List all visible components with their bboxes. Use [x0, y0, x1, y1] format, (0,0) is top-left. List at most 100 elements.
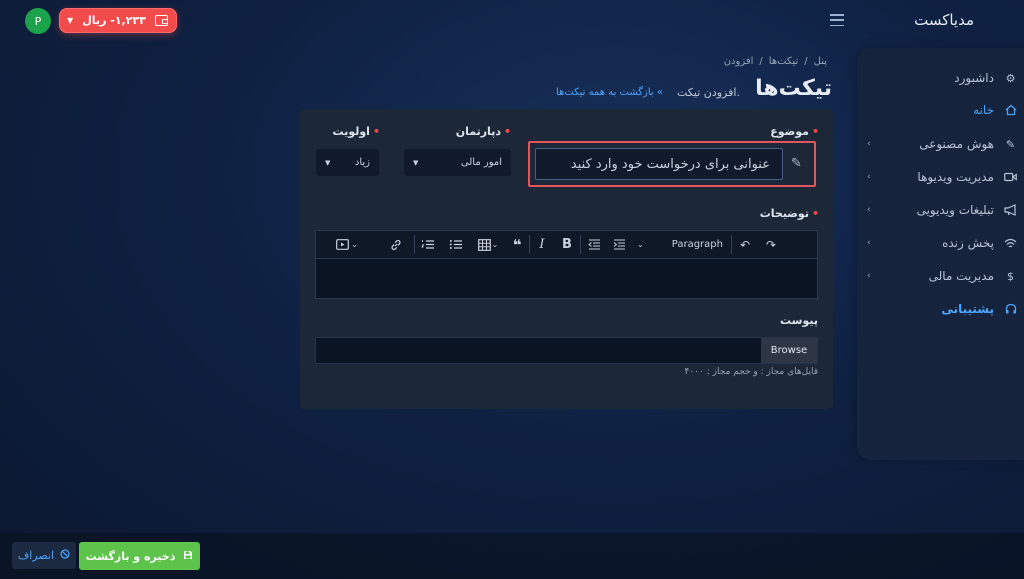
- sidebar-item-support[interactable]: پشتیبانی: [857, 299, 1017, 319]
- media-embed-button[interactable]: ⌄: [316, 230, 378, 259]
- sidebar-item-label: مدیریت ویدیوها: [917, 170, 994, 184]
- sidebar-item-dashboard[interactable]: داشبورد ⚙: [857, 68, 1017, 88]
- breadcrumb: پنل / تیکت‌ها / افزودن: [724, 56, 827, 67]
- sidebar-item-label: داشبورد: [954, 71, 994, 85]
- wallet-amount: ۱,۲۳۳-: [110, 14, 146, 27]
- save-icon: [183, 550, 193, 563]
- department-select[interactable]: ▼ امور مالی: [404, 149, 511, 176]
- browse-button[interactable]: Browse: [761, 338, 817, 363]
- description-label-text: توضیحات: [759, 207, 809, 220]
- headset-icon: [1004, 303, 1017, 316]
- indent-button[interactable]: [607, 230, 631, 259]
- sidebar-item-live[interactable]: ‹ پخش زنده: [857, 233, 1017, 253]
- redo-button[interactable]: ↷: [758, 230, 784, 259]
- department-label: •دپارتمان: [455, 125, 511, 138]
- chevron-down-icon: ⌄: [351, 240, 358, 249]
- priority-label: •اولویت: [332, 125, 380, 138]
- italic-button[interactable]: I: [530, 230, 554, 259]
- breadcrumb-item[interactable]: پنل: [814, 56, 827, 67]
- chevron-left-icon: ‹: [867, 205, 871, 215]
- home-icon: [1004, 104, 1017, 117]
- undo-icon: ↶: [739, 237, 751, 252]
- paragraph-style-value: Paragraph: [671, 239, 723, 250]
- menu-toggle-icon[interactable]: [830, 14, 844, 26]
- chevron-left-icon: ‹: [867, 172, 871, 182]
- wallet-icon: [155, 15, 168, 26]
- sidebar: داشبورد ⚙ خانه ‹ هوش مصنوعی ✎ ‹ مدیریت و…: [857, 48, 1024, 460]
- sidebar-item-ai[interactable]: ‹ هوش مصنوعی ✎: [857, 134, 1017, 154]
- sidebar-item-label: خانه: [973, 103, 994, 117]
- sidebar-item-home[interactable]: خانه: [857, 100, 1017, 120]
- attachment-file-input[interactable]: Browse: [315, 337, 818, 364]
- page-subtitle: افزودن تیکت.: [677, 86, 740, 99]
- sidebar-item-label: مدیریت مالی: [928, 269, 994, 283]
- wallet-text: ۱,۲۳۳- ریال: [73, 14, 155, 27]
- video-icon: [1004, 171, 1017, 184]
- editor-toolbar: ⌄ ⌄ ❝ I B ⌄ Paragraph ↶ ↷: [315, 230, 818, 259]
- outdent-button[interactable]: [581, 230, 607, 259]
- bold-button[interactable]: B: [554, 230, 580, 259]
- avatar-letter: P: [34, 14, 42, 28]
- save-and-return-button[interactable]: ذخیره و بازگشت: [79, 542, 200, 570]
- sidebar-item-video-ads[interactable]: ‹ تبلیغات ویدیویی: [857, 200, 1017, 220]
- sidebar-item-label: پخش زنده: [942, 236, 994, 250]
- bullet-list-icon: [449, 240, 462, 249]
- subject-input[interactable]: عنوانی برای درخواست خود وارد کنید: [535, 148, 783, 180]
- priority-select[interactable]: ▼ زیاد: [316, 149, 379, 176]
- bullet-list-button[interactable]: [441, 230, 471, 259]
- link-button[interactable]: [378, 230, 414, 259]
- breadcrumb-item[interactable]: تیکت‌ها: [769, 56, 798, 67]
- sidebar-item-label: هوش مصنوعی: [919, 137, 994, 151]
- back-to-tickets-link[interactable]: » بازگشت به همه تیکت‌ها: [556, 87, 663, 98]
- quote-icon: ❝: [512, 235, 522, 254]
- ban-icon: [60, 549, 70, 562]
- indent-icon: [613, 239, 625, 250]
- avatar[interactable]: P: [25, 8, 51, 34]
- wallet-balance-button[interactable]: ▼ ۱,۲۳۳- ریال: [59, 8, 177, 33]
- sidebar-item-videos[interactable]: ‹ مدیریت ویدیوها: [857, 167, 1017, 187]
- cancel-button[interactable]: انصراف: [12, 542, 76, 569]
- cancel-label: انصراف: [17, 549, 55, 562]
- subject-label: •موضوع: [770, 125, 819, 138]
- brand-logo-text[interactable]: مدیاکست: [914, 11, 974, 29]
- breadcrumb-separator: /: [804, 56, 808, 67]
- undo-button[interactable]: ↶: [732, 230, 758, 259]
- department-label-text: دپارتمان: [455, 125, 501, 138]
- bold-icon: B: [562, 237, 572, 252]
- wifi-icon: [1004, 237, 1017, 250]
- page-title: تیکت‌ها: [755, 76, 832, 101]
- save-label: ذخیره و بازگشت: [85, 549, 176, 563]
- description-editor[interactable]: [315, 259, 818, 299]
- redo-icon: ↷: [765, 237, 777, 252]
- magic-wand-icon: ✎: [1005, 137, 1016, 151]
- sidebar-item-label: پشتیبانی: [941, 302, 994, 316]
- dollar-icon: $: [1007, 269, 1014, 283]
- attachment-label: پیوست: [780, 314, 818, 327]
- breadcrumb-item: افزودن: [723, 56, 754, 67]
- subject-placeholder: عنوانی برای درخواست خود وارد کنید: [570, 156, 770, 172]
- chevron-left-icon: ‹: [867, 139, 871, 149]
- caret-down-icon: ▼: [413, 158, 419, 167]
- breadcrumb-separator: /: [759, 56, 763, 67]
- italic-icon: I: [539, 237, 545, 252]
- blockquote-button[interactable]: ❝: [505, 230, 529, 259]
- sidebar-item-finance[interactable]: ‹ مدیریت مالی $: [857, 266, 1017, 286]
- description-label: •توضیحات: [759, 207, 819, 220]
- pencil-icon: ✎: [791, 156, 802, 171]
- megaphone-icon: [1004, 204, 1017, 217]
- insert-table-button[interactable]: ⌄: [471, 230, 505, 259]
- wallet-currency: ریال: [82, 14, 107, 27]
- chevron-left-icon: ‹: [867, 238, 871, 248]
- file-name-field[interactable]: [316, 338, 761, 363]
- numbered-list-button[interactable]: [415, 230, 441, 259]
- numbered-list-icon: [421, 240, 434, 249]
- gear-icon: ⚙: [1005, 71, 1016, 85]
- subject-label-text: موضوع: [770, 125, 809, 138]
- priority-label-text: اولویت: [332, 125, 370, 138]
- priority-value: زیاد: [354, 157, 370, 168]
- outdent-icon: [587, 239, 600, 250]
- table-icon: [477, 238, 491, 251]
- back-link-label: بازگشت به همه تیکت‌ها: [556, 87, 654, 98]
- double-chevron-icon: »: [656, 87, 664, 98]
- paragraph-style-dropdown[interactable]: ⌄ Paragraph: [631, 230, 731, 259]
